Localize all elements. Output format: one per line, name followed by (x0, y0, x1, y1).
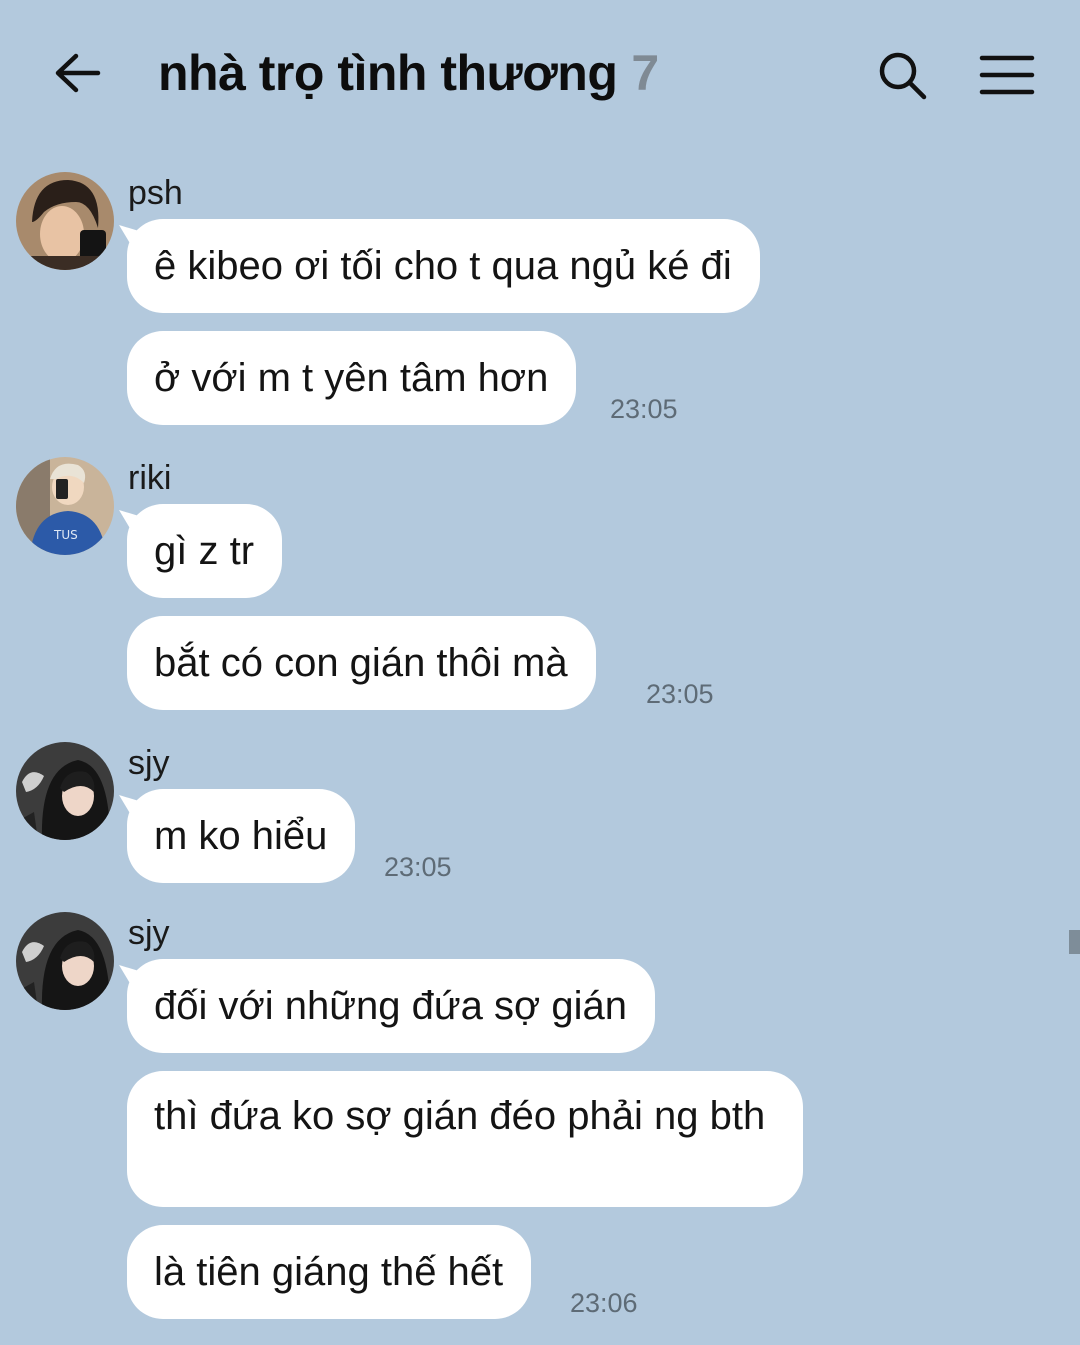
search-button[interactable] (872, 46, 932, 106)
back-button[interactable] (48, 44, 108, 104)
member-count: 7 (631, 45, 659, 101)
sender-name: sjy (128, 914, 170, 952)
message-text: m ko hiểu (154, 814, 328, 858)
message-bubble[interactable]: ở với m t yên tâm hơn (127, 331, 577, 425)
arrow-left-icon (55, 53, 101, 93)
message-timestamp: 23:06 (570, 1288, 638, 1318)
message-timestamp: 23:05 (646, 679, 714, 709)
message-bubble[interactable]: là tiên giáng thế hết (127, 1225, 532, 1319)
avatar-image (16, 912, 114, 1010)
message-bubble[interactable]: thì đứa ko sợ gián đéo phải ng bth (127, 1071, 803, 1207)
search-icon (879, 52, 927, 100)
svg-text:TUS: TUS (53, 528, 78, 542)
message-text: ê kibeo ơi tối cho t qua ngủ ké đi (154, 244, 732, 288)
message-bubble[interactable]: đối với những đứa sợ gián (127, 959, 655, 1053)
message-timestamp: 23:05 (384, 852, 452, 882)
scrollbar[interactable] (1069, 930, 1080, 954)
message-text: gì z tr (154, 529, 255, 573)
message-bubble[interactable]: m ko hiểu (127, 789, 356, 883)
sender-name: sjy (128, 744, 170, 782)
chat-header: nhà trọ tình thương 7 (0, 0, 1080, 150)
message-text: bắt có con gián thôi mà (154, 641, 568, 685)
message-text: là tiên giáng thế hết (154, 1250, 504, 1294)
group-name: nhà trọ tình thương (158, 45, 618, 101)
avatar-image: TUS (16, 457, 114, 555)
message-text: thì đứa ko sợ gián đéo phải ng bth (154, 1094, 766, 1138)
message-bubble[interactable]: gì z tr (127, 504, 283, 598)
avatar-image (16, 742, 114, 840)
avatar[interactable]: TUS (16, 457, 114, 555)
avatar[interactable] (16, 742, 114, 840)
avatar[interactable] (16, 172, 114, 270)
message-bubble[interactable]: bắt có con gián thôi mà (127, 616, 596, 710)
message-bubble[interactable]: ê kibeo ơi tối cho t qua ngủ ké đi (127, 219, 760, 313)
message-text: ở với m t yên tâm hơn (154, 356, 549, 400)
menu-icon (979, 55, 1035, 95)
sender-name: psh (128, 174, 183, 212)
sender-name: riki (128, 459, 172, 497)
chat-title: nhà trọ tình thương 7 (158, 44, 659, 102)
menu-button[interactable] (976, 46, 1038, 106)
message-timestamp: 23:05 (610, 394, 678, 424)
avatar-image (16, 172, 114, 270)
avatar[interactable] (16, 912, 114, 1010)
message-text: đối với những đứa sợ gián (154, 984, 627, 1028)
